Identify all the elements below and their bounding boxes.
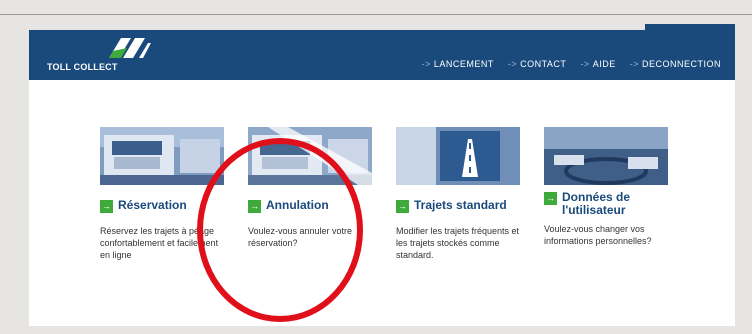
truck-crossed-image[interactable] [248,127,372,185]
nav-aide[interactable]: -> AIDE [580,59,615,69]
top-rule [0,14,752,15]
nav-lancement[interactable]: -> LANCEMENT [422,59,494,69]
truck-image[interactable] [100,127,224,185]
card-title: Réservation [118,198,187,212]
main-frame: TOLL COLLECT -> LANCEMENT -> CONTACT -> AID… [29,24,735,326]
arrow-right-icon: -> [421,59,431,69]
nav-label: AIDE [592,59,616,69]
toll-collect-logo[interactable]: TOLL COLLECT [43,34,153,76]
card-donnees-utilisateur: → Données de l'utilisateur Voulez-vous c… [544,127,674,247]
card-title-row[interactable]: → Annulation [248,199,378,213]
card-title: Données de l'utilisateur [562,190,631,217]
arrow-right-icon: -> [580,59,590,69]
card-title-row[interactable]: → Données de l'utilisateur [544,191,674,217]
card-title-row[interactable]: → Réservation [100,199,230,213]
card-annulation: → Annulation Voulez-vous annuler votre r… [248,127,378,249]
arrow-right-icon: → [544,192,557,205]
arrow-right-icon: -> [629,59,639,69]
nav-label: CONTACT [520,59,567,69]
nav-contact[interactable]: -> CONTACT [508,59,567,69]
header-tab [645,24,735,32]
road-sign-image[interactable] [396,127,520,185]
nav-label: LANCEMENT [433,59,494,69]
card-title: Trajets standard [414,198,507,212]
card-description: Voulez-vous changer vos informations per… [544,224,652,246]
card-title-row[interactable]: → Trajets standard [396,199,526,213]
top-nav: -> LANCEMENT -> CONTACT -> AIDE -> DECONNECT… [422,59,721,69]
card-description: Réservez les trajets à péage confortable… [100,226,219,260]
logo-text: TOLL COLLECT [47,62,118,72]
header-bar: TOLL COLLECT -> LANCEMENT -> CONTACT -> AID… [29,24,735,80]
nav-deconnection[interactable]: -> DECONNECTION [630,59,721,69]
card-description: Voulez-vous annuler votre réservation? [248,226,353,248]
arrow-right-icon: -> [507,59,518,69]
arrow-right-icon: → [396,200,409,213]
card-title: Annulation [266,198,329,212]
arrow-right-icon: → [100,200,113,213]
card-trajets-standard: → Trajets standard Modifier les trajets … [396,127,526,261]
nav-label: DECONNECTION [641,59,721,69]
card-reservation: → Réservation Réservez les trajets à péa… [100,127,230,261]
driver-image[interactable] [544,127,668,185]
arrow-right-icon: → [248,200,261,213]
card-description: Modifier les trajets fréquents et les tr… [396,226,520,260]
